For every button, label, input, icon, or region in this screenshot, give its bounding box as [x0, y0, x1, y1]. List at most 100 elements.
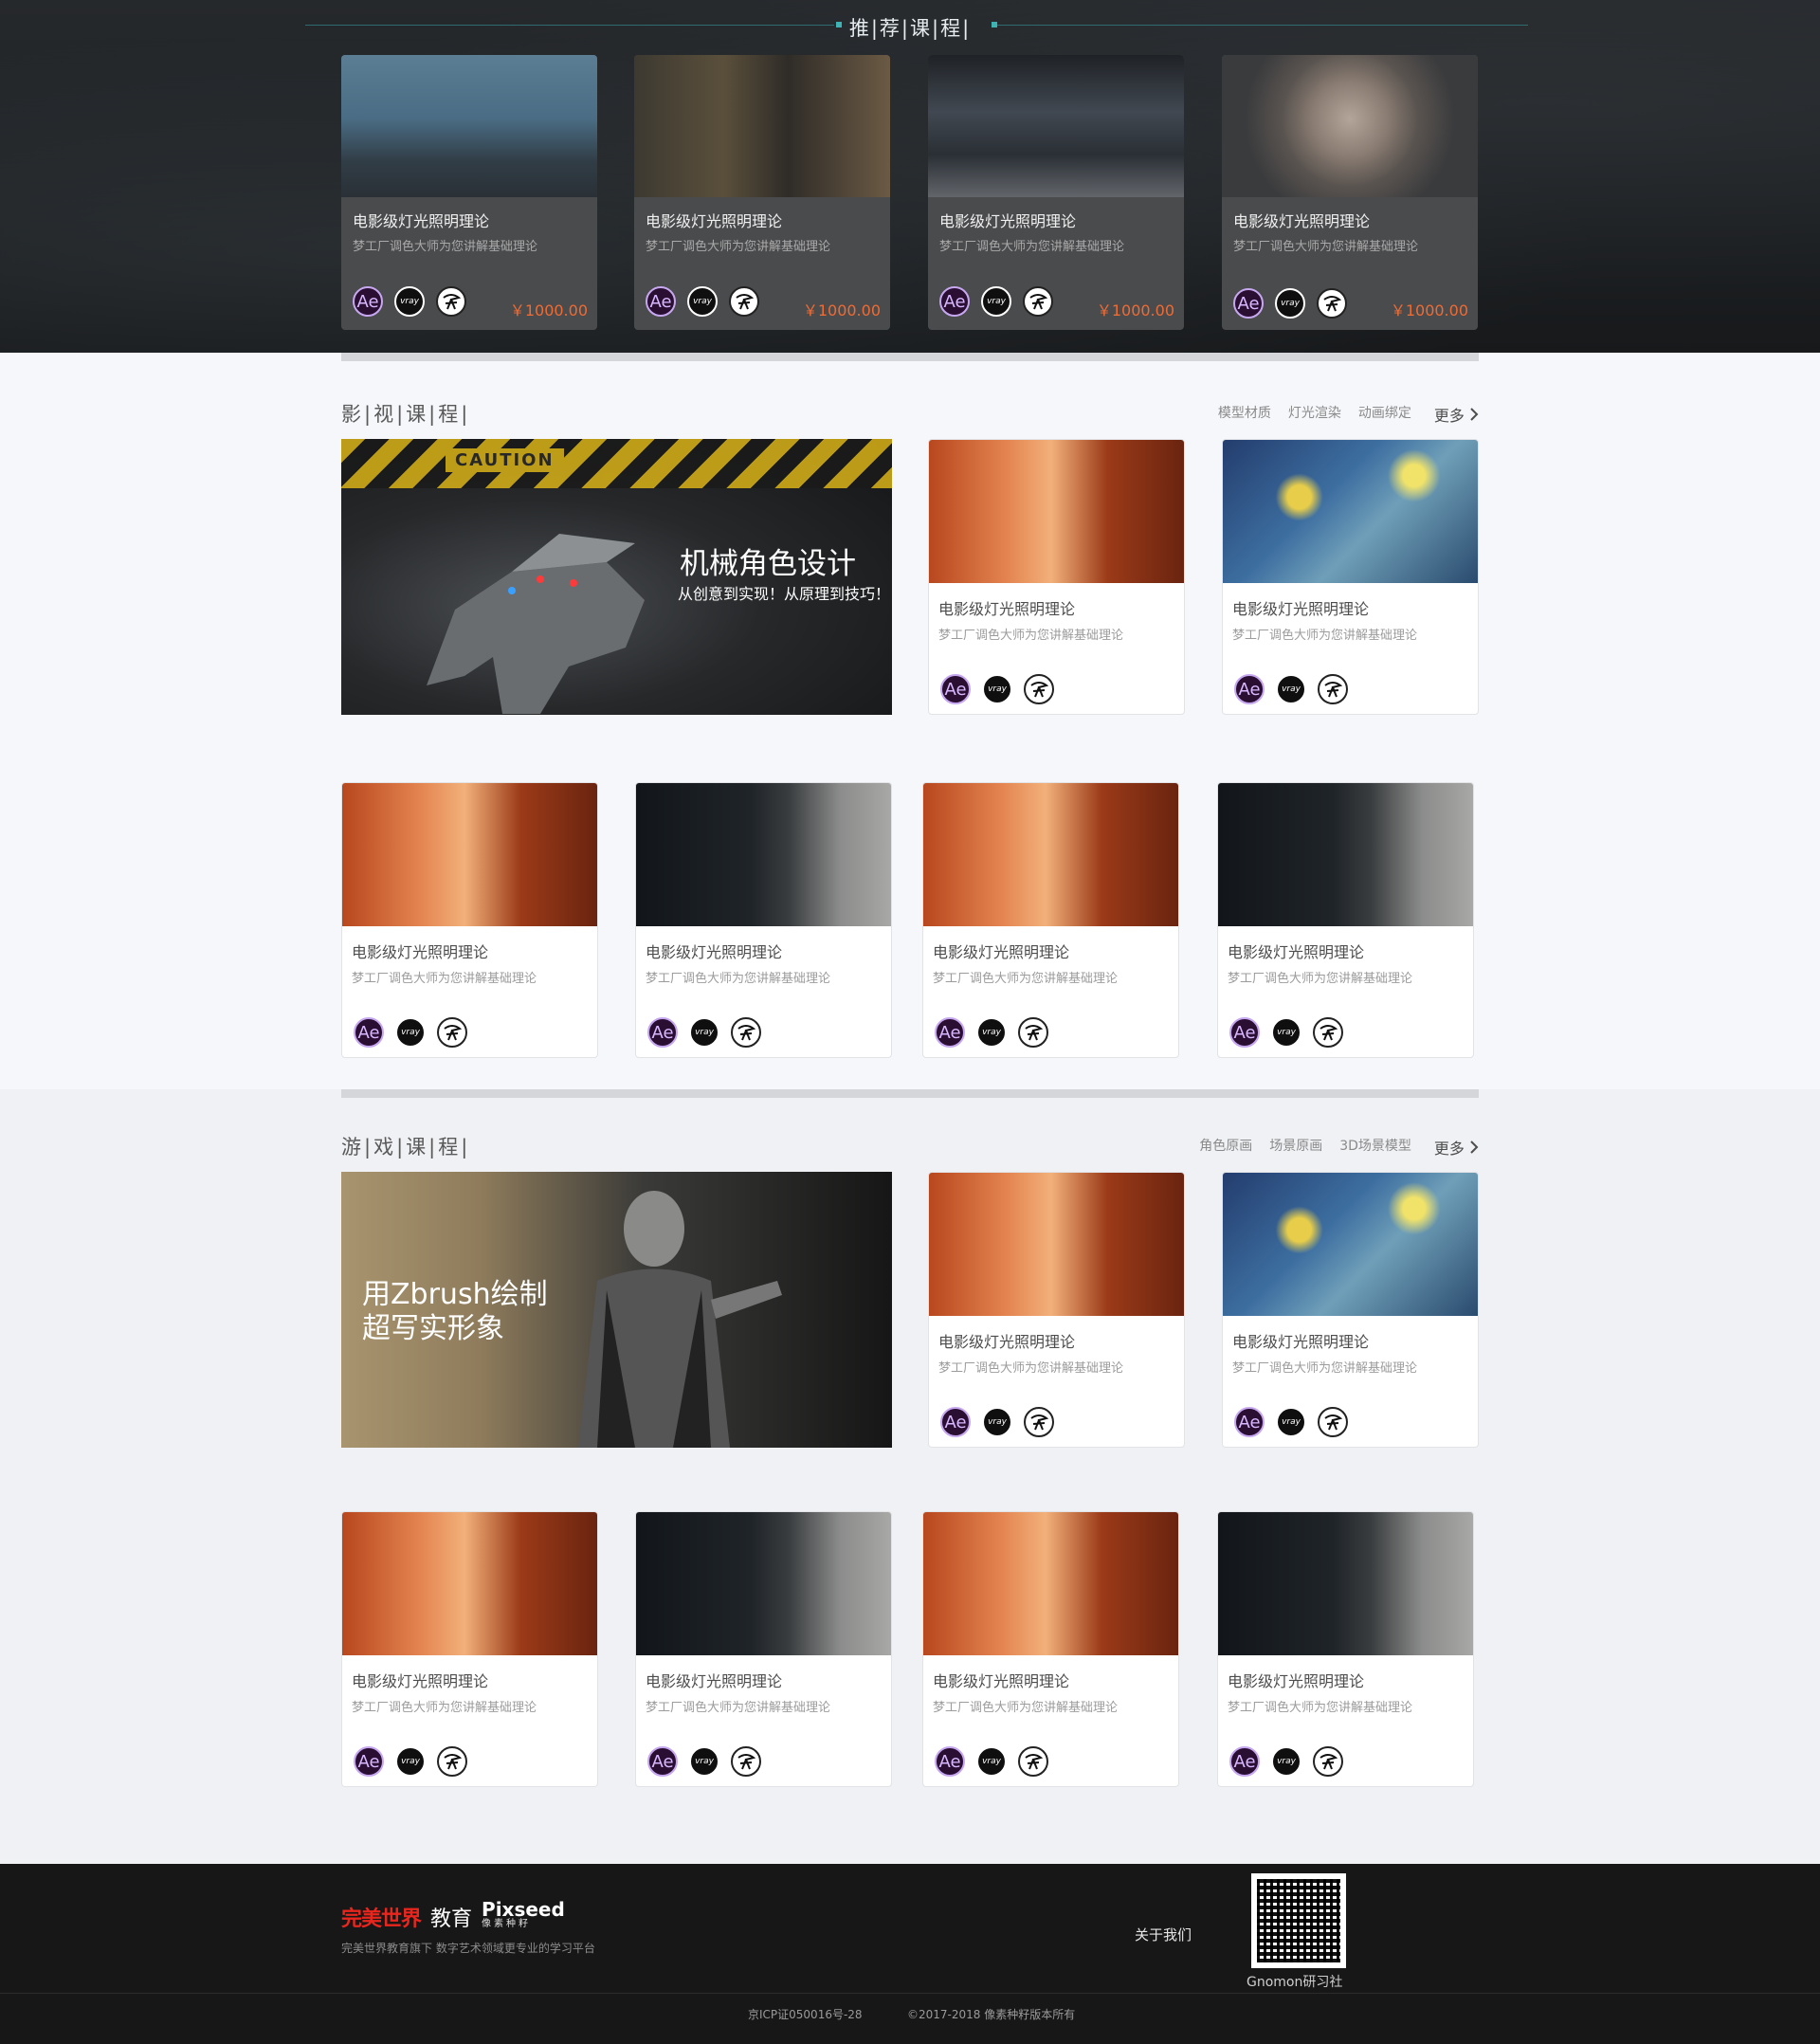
- course-subtitle: 梦工厂调色大师为您讲解基础理论: [352, 972, 537, 986]
- course-card[interactable]: 电影级灯光照明理论 梦工厂调色大师为您讲解基础理论 Ae vray: [341, 782, 598, 1058]
- course-title[interactable]: 电影级灯光照明理论: [1222, 197, 1478, 231]
- course-subtitle: 梦工厂调色大师为您讲解基础理论: [646, 972, 831, 986]
- ae-icon: Ae: [1234, 674, 1265, 704]
- course-card[interactable]: 电影级灯光照明理论 梦工厂调色大师为您讲解基础理论 Ae vray: [928, 439, 1185, 715]
- course-subtitle: 梦工厂调色大师为您讲解基础理论: [939, 240, 1125, 254]
- course-card[interactable]: 电影级灯光照明理论 梦工厂调色大师为您讲解基础理论 Ae vray: [928, 1172, 1185, 1448]
- course-title[interactable]: 电影级灯光照明理论: [923, 1655, 1178, 1691]
- vray-icon: vray: [1271, 1746, 1301, 1777]
- course-title[interactable]: 电影级灯光照明理论: [929, 583, 1184, 619]
- vray-icon: vray: [981, 286, 1011, 317]
- course-thumbnail[interactable]: [342, 783, 597, 926]
- course-thumbnail[interactable]: [636, 783, 891, 926]
- zbrush-icon: [1313, 1746, 1343, 1777]
- education-logo: 教育: [430, 1907, 473, 1931]
- course-card[interactable]: 电影级灯光照明理论 梦工厂调色大师为您讲解基础理论 Ae vray: [1222, 1172, 1479, 1448]
- course-thumbnail[interactable]: [634, 55, 890, 197]
- course-thumbnail[interactable]: [1222, 55, 1478, 197]
- film-section: [0, 361, 1820, 1089]
- course-thumbnail[interactable]: [923, 783, 1178, 926]
- ae-icon: Ae: [1229, 1746, 1260, 1777]
- tab-light-render[interactable]: 灯光渲染: [1288, 403, 1341, 426]
- course-card[interactable]: 电影级灯光照明理论 梦工厂调色大师为您讲解基础理论 Ae vray: [635, 782, 892, 1058]
- category-tabs: 模型材质 灯光渲染 动画绑定 更多: [1218, 403, 1479, 426]
- ae-icon: Ae: [647, 1017, 678, 1048]
- course-title[interactable]: 电影级灯光照明理论: [923, 926, 1178, 962]
- course-card[interactable]: 电影级灯光照明理论 梦工厂调色大师为您讲解基础理论 Ae vray: [1217, 782, 1474, 1058]
- course-price: ￥1000.00: [1390, 301, 1468, 319]
- tab-scene-art[interactable]: 场景原画: [1269, 1136, 1322, 1159]
- course-title[interactable]: 电影级灯光照明理论: [1218, 926, 1473, 962]
- course-card[interactable]: 电影级灯光照明理论 梦工厂调色大师为您讲解基础理论 Ae vray: [1222, 439, 1479, 715]
- course-thumbnail[interactable]: [341, 55, 597, 197]
- course-card[interactable]: 电影级灯光照明理论 梦工厂调色大师为您讲解基础理论 Ae vray: [341, 1511, 598, 1787]
- zbrush-icon: [1313, 1017, 1343, 1048]
- zbrush-icon: [437, 1746, 467, 1777]
- tab-character-art[interactable]: 角色原画: [1199, 1136, 1252, 1159]
- zbrush-icon: [1018, 1017, 1048, 1048]
- ae-icon: Ae: [939, 286, 970, 317]
- recommended-card[interactable]: 电影级灯光照明理论 梦工厂调色大师为您讲解基础理论 Ae vray ￥1000.…: [1222, 55, 1478, 330]
- course-thumbnail[interactable]: [929, 440, 1184, 583]
- course-thumbnail[interactable]: [1223, 440, 1478, 583]
- course-thumbnail[interactable]: [1218, 783, 1473, 926]
- zbrush-icon: [1024, 1407, 1054, 1437]
- course-title[interactable]: 电影级灯光照明理论: [1223, 1316, 1478, 1352]
- tab-animation-rig[interactable]: 动画绑定: [1358, 403, 1411, 426]
- course-thumbnail[interactable]: [928, 55, 1184, 197]
- game-banner[interactable]: 用Zbrush绘制 超写实形象: [341, 1172, 892, 1448]
- course-card[interactable]: 电影级灯光照明理论 梦工厂调色大师为您讲解基础理论 Ae vray: [635, 1511, 892, 1787]
- section-title: 游|戏|课|程|: [341, 1136, 471, 1159]
- course-subtitle: 梦工厂调色大师为您讲解基础理论: [646, 1701, 831, 1715]
- vray-icon: vray: [395, 1746, 426, 1777]
- course-thumbnail[interactable]: [342, 1512, 597, 1655]
- course-title[interactable]: 电影级灯光照明理论: [928, 197, 1184, 231]
- course-title[interactable]: 电影级灯光照明理论: [634, 197, 890, 231]
- ae-icon: Ae: [935, 1017, 965, 1048]
- course-thumbnail[interactable]: [1223, 1173, 1478, 1316]
- perfect-world-logo: 完美世界: [341, 1907, 422, 1931]
- chevron-right-icon: [1470, 408, 1479, 421]
- recommended-card[interactable]: 电影级灯光照明理论 梦工厂调色大师为您讲解基础理论 Ae vray ￥1000.…: [928, 55, 1184, 330]
- course-title[interactable]: 电影级灯光照明理论: [929, 1316, 1184, 1352]
- course-title[interactable]: 电影级灯光照明理论: [1218, 1655, 1473, 1691]
- course-subtitle: 梦工厂调色大师为您讲解基础理论: [1233, 240, 1419, 254]
- vray-icon: vray: [689, 1017, 719, 1048]
- course-title[interactable]: 电影级灯光照明理论: [342, 1655, 597, 1691]
- about-us-link[interactable]: 关于我们: [1135, 1925, 1192, 1944]
- course-thumbnail[interactable]: [923, 1512, 1178, 1655]
- vray-icon: vray: [976, 1746, 1007, 1777]
- course-thumbnail[interactable]: [1218, 1512, 1473, 1655]
- recommended-card[interactable]: 电影级灯光照明理论 梦工厂调色大师为您讲解基础理论 Ae vray ￥1000.…: [634, 55, 890, 330]
- tab-model-material[interactable]: 模型材质: [1218, 403, 1271, 426]
- vray-icon: vray: [1275, 288, 1305, 319]
- footer-logo[interactable]: 完美世界 教育 Pixseed 像素种籽: [341, 1898, 565, 1932]
- more-link[interactable]: 更多: [1434, 403, 1479, 426]
- course-title[interactable]: 电影级灯光照明理论: [636, 926, 891, 962]
- course-title[interactable]: 电影级灯光照明理论: [341, 197, 597, 231]
- tab-3d-scene-model[interactable]: 3D场景模型: [1339, 1136, 1411, 1159]
- course-title[interactable]: 电影级灯光照明理论: [342, 926, 597, 962]
- zbrush-icon: [437, 1017, 467, 1048]
- course-title[interactable]: 电影级灯光照明理论: [1223, 583, 1478, 619]
- recommended-card[interactable]: 电影级灯光照明理论 梦工厂调色大师为您讲解基础理论 Ae vray ￥1000.…: [341, 55, 597, 330]
- course-card[interactable]: 电影级灯光照明理论 梦工厂调色大师为您讲解基础理论 Ae vray: [922, 782, 1179, 1058]
- more-link[interactable]: 更多: [1434, 1136, 1479, 1159]
- course-title[interactable]: 电影级灯光照明理论: [636, 1655, 891, 1691]
- course-subtitle: 梦工厂调色大师为您讲解基础理论: [353, 240, 538, 254]
- footer: 完美世界 教育 Pixseed 像素种籽 完美世界教育旗下 数字艺术领域更专业的…: [0, 1864, 1820, 2044]
- zbrush-icon: [1318, 674, 1348, 704]
- pixseed-logo: Pixseed 像素种籽: [482, 1898, 565, 1929]
- course-card[interactable]: 电影级灯光照明理论 梦工厂调色大师为您讲解基础理论 Ae vray: [922, 1511, 1179, 1787]
- course-card[interactable]: 电影级灯光照明理论 梦工厂调色大师为您讲解基础理论 Ae vray: [1217, 1511, 1474, 1787]
- software-icons: Ae vray: [1234, 1407, 1348, 1437]
- software-icons: Ae vray: [1229, 1746, 1343, 1777]
- software-icons: Ae vray: [935, 1017, 1048, 1048]
- ae-icon: Ae: [646, 286, 676, 317]
- film-banner[interactable]: CAUTION 机械角色设计 从创意到实现！从原理到技巧！: [341, 439, 892, 715]
- ae-icon: Ae: [935, 1746, 965, 1777]
- course-thumbnail[interactable]: [636, 1512, 891, 1655]
- ae-icon: Ae: [1233, 288, 1264, 319]
- zbrush-icon: [1318, 1407, 1348, 1437]
- course-thumbnail[interactable]: [929, 1173, 1184, 1316]
